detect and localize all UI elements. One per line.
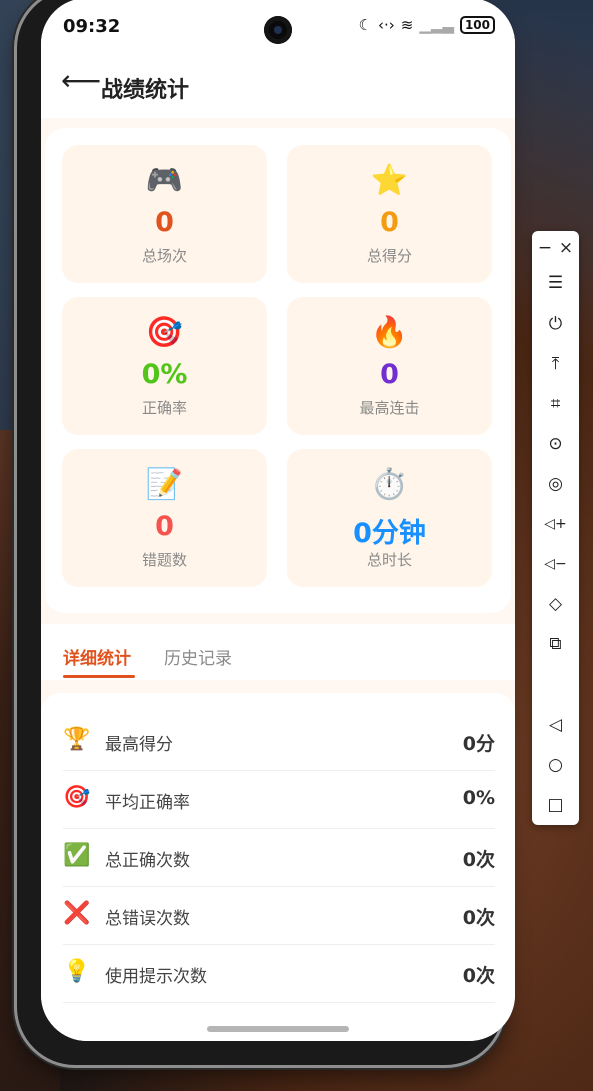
stat-value: 0 bbox=[380, 207, 399, 238]
stat-tile-wrong-count: 📝 0 错题数 bbox=[62, 449, 267, 587]
memo-icon: 📝 bbox=[145, 467, 184, 502]
detail-label: 总正确次数 bbox=[105, 851, 190, 871]
no-signal-icon: ▁▂▃ bbox=[419, 16, 454, 34]
nav-home-icon[interactable]: ○ bbox=[532, 754, 579, 776]
list-item: ✅ 总正确次数 0次 bbox=[63, 829, 495, 887]
fire-icon: 🔥 bbox=[370, 315, 409, 350]
app-screen: 09:32 ☾ ‹·› ≋ ▁▂▃ 100 ⟵ 战绩统计 🎮 0 总场次 ⭐ 0 bbox=[41, 0, 515, 1041]
stat-label: 错题数 bbox=[141, 551, 187, 569]
front-camera bbox=[264, 16, 292, 44]
power-icon[interactable]: ⏻ bbox=[532, 313, 579, 335]
stat-tile-max-combo: 🔥 0 最高连击 bbox=[287, 297, 492, 435]
stat-value: 0% bbox=[141, 359, 188, 390]
battery-indicator: 100 bbox=[459, 16, 495, 34]
stat-value: 0 bbox=[155, 511, 174, 542]
stats-grid: 🎮 0 总场次 ⭐ 0 总得分 🎯 0% 正确率 🔥 0 最高连击 📝 0 错题… bbox=[45, 128, 511, 613]
volume-down-icon[interactable]: ◁− bbox=[532, 553, 579, 575]
lightbulb-icon: 💡 bbox=[63, 959, 91, 984]
status-bar: 09:32 ☾ ‹·› ≋ ▁▂▃ 100 bbox=[41, 0, 515, 50]
list-item: 💡 使用提示次数 0次 bbox=[63, 945, 495, 1003]
stat-value: 0 bbox=[380, 359, 399, 390]
target-icon: 🎯 bbox=[63, 785, 91, 810]
target-icon: 🎯 bbox=[145, 315, 184, 350]
details-list: 🏆 最高得分 0分 🎯 平均正确率 0% ✅ 总正确次数 0次 ❌ 总错误次数 … bbox=[41, 693, 515, 1041]
stat-tile-total-games: 🎮 0 总场次 bbox=[62, 145, 267, 283]
cross-icon: ❌ bbox=[63, 901, 91, 926]
nav-recent-icon[interactable]: □ bbox=[532, 794, 579, 816]
nav-back-icon[interactable]: ◁ bbox=[532, 714, 579, 736]
home-indicator[interactable] bbox=[207, 1026, 349, 1032]
minimize-icon[interactable]: − bbox=[536, 237, 554, 259]
app-bar: ⟵ 战绩统计 bbox=[41, 50, 515, 118]
stat-label: 正确率 bbox=[141, 399, 187, 417]
detail-label: 使用提示次数 bbox=[105, 967, 207, 987]
detail-value: 0次 bbox=[462, 849, 495, 871]
stat-label: 总场次 bbox=[141, 247, 187, 265]
volume-up-icon[interactable]: ◁+ bbox=[532, 513, 579, 535]
multi-device-icon[interactable]: ⧉ bbox=[532, 633, 579, 655]
stat-tile-total-time: ⏱️ 0分钟 总时长 bbox=[287, 449, 492, 587]
data-transfer-icon: ‹·› bbox=[377, 16, 395, 34]
tab-indicator bbox=[63, 675, 135, 678]
shake-icon[interactable]: ◇ bbox=[532, 593, 579, 615]
crop-icon[interactable]: ⌗ bbox=[532, 393, 579, 415]
tab-details[interactable]: 详细统计 bbox=[63, 644, 131, 669]
top-icon[interactable]: ⤒ bbox=[532, 353, 579, 375]
trophy-icon: 🏆 bbox=[63, 727, 91, 752]
detail-value: 0次 bbox=[462, 907, 495, 929]
status-icons: ☾ ‹·› ≋ ▁▂▃ 100 bbox=[359, 16, 495, 34]
stat-tile-total-score: ⭐ 0 总得分 bbox=[287, 145, 492, 283]
check-icon: ✅ bbox=[63, 843, 91, 868]
star-icon: ⭐ bbox=[370, 163, 409, 198]
detail-value: 0次 bbox=[462, 965, 495, 987]
detail-value: 0% bbox=[462, 787, 495, 809]
rotate-icon[interactable]: ⊙ bbox=[532, 433, 579, 455]
wifi-icon: ≋ bbox=[400, 16, 414, 34]
gamepad-icon: 🎮 bbox=[145, 163, 184, 198]
detail-label: 平均正确率 bbox=[105, 793, 190, 813]
moon-icon: ☾ bbox=[358, 16, 372, 34]
tab-bar: 详细统计 历史记录 bbox=[41, 624, 515, 680]
stat-value: 0 bbox=[155, 207, 174, 238]
arrow-left-icon[interactable]: ⟵ bbox=[61, 64, 101, 97]
detail-value: 0分 bbox=[462, 733, 495, 755]
list-item: 🎯 平均正确率 0% bbox=[63, 771, 495, 829]
stat-label: 最高连击 bbox=[359, 399, 420, 417]
detail-label: 总错误次数 bbox=[105, 909, 190, 929]
stat-label: 总得分 bbox=[366, 247, 412, 265]
menu-icon[interactable]: ☰ bbox=[532, 272, 579, 294]
stat-value: 0分钟 bbox=[353, 518, 426, 549]
emulator-side-panel: − × ☰ ⏻ ⤒ ⌗ ⊙ ◎ ◁+ ◁− ◇ ⧉ ◁ ○ □ bbox=[532, 231, 579, 825]
phone-frame: 09:32 ☾ ‹·› ≋ ▁▂▃ 100 ⟵ 战绩统计 🎮 0 总场次 ⭐ 0 bbox=[17, 0, 515, 1065]
status-time: 09:32 bbox=[63, 16, 121, 37]
rotate-alt-icon[interactable]: ◎ bbox=[532, 473, 579, 495]
stopwatch-icon: ⏱️ bbox=[370, 467, 409, 502]
tab-history[interactable]: 历史记录 bbox=[164, 644, 232, 669]
close-icon[interactable]: × bbox=[557, 237, 575, 259]
page-title: 战绩统计 bbox=[101, 78, 190, 103]
list-item: 🏆 最高得分 0分 bbox=[63, 713, 495, 771]
list-item: ❌ 总错误次数 0次 bbox=[63, 887, 495, 945]
detail-label: 最高得分 bbox=[105, 735, 173, 755]
stat-tile-accuracy: 🎯 0% 正确率 bbox=[62, 297, 267, 435]
stat-label: 总时长 bbox=[366, 551, 412, 569]
